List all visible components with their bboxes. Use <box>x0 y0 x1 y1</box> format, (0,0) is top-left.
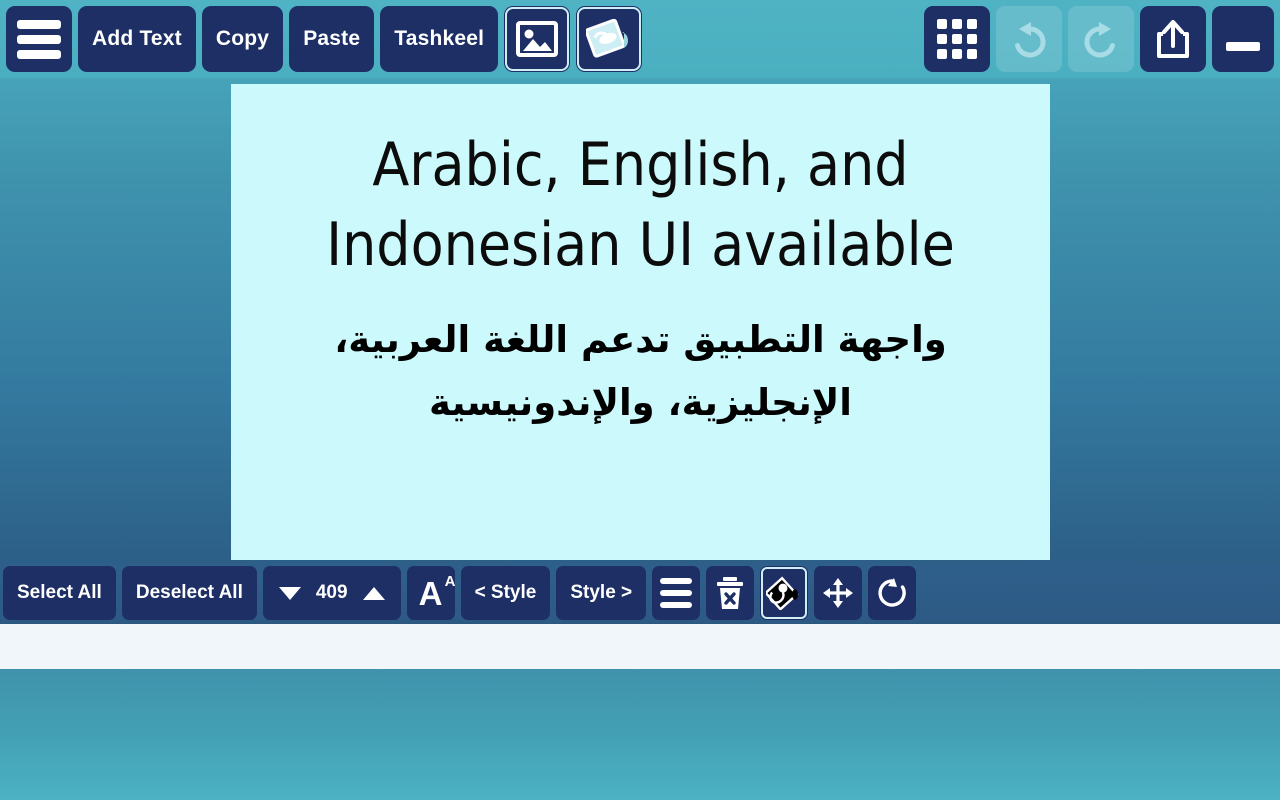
style-prev-label: < Style <box>474 582 537 603</box>
paste-label: Paste <box>303 27 361 50</box>
copy-button[interactable]: Copy <box>201 6 284 72</box>
font-size-button[interactable]: AA <box>406 566 456 620</box>
deselect-all-button[interactable]: Deselect All <box>121 566 257 620</box>
undo-button[interactable] <box>996 6 1062 72</box>
deselect-all-label: Deselect All <box>135 582 243 603</box>
font-size-icon: AA <box>418 574 456 612</box>
move-arrows-icon <box>823 578 854 608</box>
minimize-icon <box>1226 41 1260 51</box>
triangle-up-icon[interactable] <box>362 586 385 600</box>
align-lines-icon <box>660 578 693 608</box>
hamburger-menu-button[interactable] <box>6 6 72 72</box>
trash-delete-icon <box>717 577 744 609</box>
rotate-icon <box>878 578 906 607</box>
triangle-down-icon[interactable] <box>278 586 301 600</box>
minimize-button[interactable] <box>1212 6 1274 72</box>
align-button[interactable] <box>652 566 701 620</box>
redo-button[interactable] <box>1068 6 1134 72</box>
select-all-button[interactable]: Select All <box>3 566 116 620</box>
select-all-label: Select All <box>17 582 102 603</box>
text-canvas-card[interactable]: Arabic, English, and Indonesian UI avail… <box>231 84 1050 560</box>
lower-background-panel <box>0 669 1280 800</box>
grid-apps-button[interactable] <box>924 6 990 72</box>
paint-bucket-icon <box>766 576 799 610</box>
redo-icon <box>1084 22 1115 58</box>
app-root: Add Text Copy Paste Tashkeel Arabic, Eng… <box>0 0 1280 800</box>
canvas-english-line-2: Indonesian UI available <box>326 209 955 280</box>
tashkeel-label: Tashkeel <box>394 27 485 50</box>
bottom-toolbar: Select All Deselect All 409 AA < Style S… <box>0 563 1280 623</box>
stepper-value: 409 <box>315 582 348 603</box>
paste-button[interactable]: Paste <box>289 6 375 72</box>
canvas-english-line-1: Arabic, English, and <box>372 130 909 200</box>
share-button[interactable] <box>1140 6 1206 72</box>
style-prev-button[interactable]: < Style <box>460 566 551 620</box>
undo-icon <box>1015 22 1046 58</box>
paste-image-icon <box>586 18 629 58</box>
rotate-button[interactable] <box>868 566 917 620</box>
hamburger-menu-icon <box>17 19 61 59</box>
share-export-icon <box>1157 20 1189 58</box>
delete-button[interactable] <box>706 566 755 620</box>
image-picker-button[interactable] <box>504 6 571 72</box>
tashkeel-button[interactable]: Tashkeel <box>380 6 499 72</box>
paste-image-button[interactable] <box>576 6 643 72</box>
move-button[interactable] <box>814 566 863 620</box>
style-next-label: Style > <box>570 582 633 603</box>
secondary-panel-strip <box>0 624 1280 669</box>
font-size-glyph-small: A <box>444 572 456 590</box>
fill-color-button[interactable] <box>760 566 809 620</box>
value-stepper[interactable]: 409 <box>262 566 401 620</box>
grid-apps-icon <box>937 19 977 59</box>
top-toolbar: Add Text Copy Paste Tashkeel <box>0 0 1280 78</box>
canvas-arabic-text: واجهة التطبيق تدعم اللغة العربية، الإنجل… <box>334 317 947 425</box>
style-next-button[interactable]: Style > <box>556 566 647 620</box>
font-size-glyph-large: A <box>418 574 443 612</box>
add-text-button[interactable]: Add Text <box>78 6 196 72</box>
copy-label: Copy <box>215 27 270 50</box>
image-picture-icon <box>516 21 559 57</box>
add-text-label: Add Text <box>92 27 182 50</box>
